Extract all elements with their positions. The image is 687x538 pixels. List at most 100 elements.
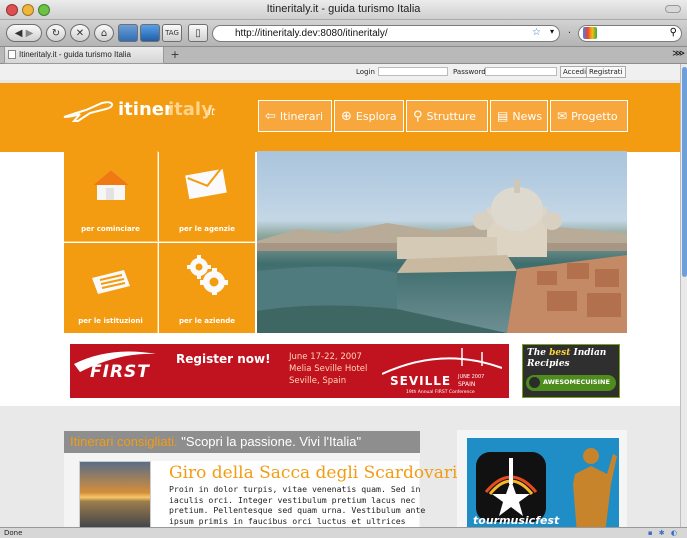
banner-year-tag: JUNE 2007 xyxy=(458,374,485,380)
login-input[interactable] xyxy=(378,67,448,76)
reload-button[interactable]: ↻ xyxy=(46,24,66,42)
banner-country: SPAIN xyxy=(458,381,476,388)
banner-venue: Melia Seville Hotel xyxy=(289,364,368,374)
site-header: itiner italy .it ⇦ Itinerari ⊕ Esplora ⚲ St… xyxy=(0,80,680,152)
search-engine-separator: · xyxy=(567,27,572,39)
tourmusicfest-text: tourmusicfest xyxy=(473,514,560,527)
newspaper-icon: ▤ xyxy=(497,109,509,123)
banner-city-big: SEVILLE xyxy=(390,374,452,388)
indian-recipes-ad[interactable]: The best Indian Recipies AWESOMECUISINE xyxy=(522,344,620,398)
stop-icon: ✕ xyxy=(75,27,85,39)
page-favicon-icon xyxy=(8,50,16,59)
vertical-scrollbar[interactable] xyxy=(680,64,687,527)
home-button[interactable]: ⌂ xyxy=(94,24,114,42)
recipes-line1: The best Indian xyxy=(527,348,606,358)
nav-esplora-label: Esplora xyxy=(355,109,397,123)
bookmark-star-icon[interactable]: ☆ xyxy=(532,27,541,38)
addon-button-2[interactable] xyxy=(140,24,160,42)
signpost-icon: ⇦ xyxy=(265,108,276,124)
logo-text-main: itiner xyxy=(118,99,173,120)
spoon-icon xyxy=(529,377,540,388)
tile-label-per-cominciare: per cominciare xyxy=(81,225,140,233)
tourmusicfest-poster: tourmusicfest xyxy=(467,438,619,527)
banner-cta[interactable]: Register now! xyxy=(176,352,271,366)
nav-itinerari-label: Itinerari xyxy=(279,109,324,123)
tile-per-le-agenzie[interactable]: per le agenzie xyxy=(159,151,255,242)
bridge-icon xyxy=(382,348,502,375)
recipes-line1-a: The xyxy=(527,348,550,358)
status-bar: Done ▪ ✱ ◐ xyxy=(0,527,687,538)
featured-section-label: Itinerari consigliati. xyxy=(70,434,178,449)
new-tab-button[interactable]: + xyxy=(166,48,184,63)
globe-icon: ⊕ xyxy=(341,108,352,124)
google-icon[interactable] xyxy=(583,27,597,39)
tab-itineritaly[interactable]: Itineritaly.it - guida turismo Italia xyxy=(4,47,164,64)
tile-per-le-aziende[interactable]: per le aziende xyxy=(159,243,255,333)
banner-conference: 19th Annual FIRST Conference xyxy=(406,390,475,395)
featured-tagline: "Scopri la passione. Vivi l'Italia" xyxy=(181,434,362,449)
toolbar-toggle-button[interactable] xyxy=(665,5,681,13)
tab-bar: Itineritaly.it - guida turismo Italia + … xyxy=(0,47,687,64)
address-bar[interactable]: http://itineritaly.dev:8080/itineritaly/… xyxy=(212,25,560,42)
nav-itinerari[interactable]: ⇦ Itinerari xyxy=(258,100,332,132)
nav-esplora[interactable]: ⊕ Esplora xyxy=(334,100,404,132)
article-title[interactable]: Giro della Sacca degli Scardovari xyxy=(169,463,457,483)
featured-heading: Itinerari consigliati. "Scopri la passio… xyxy=(64,431,420,453)
page-button[interactable]: ▯ xyxy=(188,24,208,42)
tile-per-cominciare[interactable]: per cominciare xyxy=(64,151,158,242)
awesomecuisine-text: AWESOMECUISINE xyxy=(543,378,610,386)
forward-icon[interactable]: ▶ xyxy=(26,28,34,39)
newspaper-icon xyxy=(92,270,130,294)
page-icon: ▯ xyxy=(195,27,201,39)
envelope-icon xyxy=(185,168,227,200)
tourmusicfest-ad[interactable]: tourmusicfest xyxy=(457,430,627,527)
recipes-line1-c: Indian xyxy=(570,348,607,358)
first-conference-banner[interactable]: FIRST Register now! June 17-22, 2007 Mel… xyxy=(70,344,509,398)
register-button[interactable]: Registrati xyxy=(586,66,626,78)
banner-date: June 17-22, 2007 xyxy=(289,352,362,362)
tag-button[interactable]: TAG xyxy=(162,24,182,42)
tile-label-per-le-istituzioni: per le istituzioni xyxy=(78,317,143,325)
site-logo[interactable]: itiner italy .it xyxy=(62,95,232,129)
airplane-logo-icon xyxy=(63,101,114,122)
password-input[interactable] xyxy=(485,67,557,76)
guitar-star-logo xyxy=(476,452,546,522)
back-forward-button[interactable]: ◀ ▶ xyxy=(6,24,42,42)
scrollbar-thumb[interactable] xyxy=(682,67,687,277)
envelope-icon: ✉ xyxy=(557,109,568,123)
tile-per-le-istituzioni[interactable]: per le istituzioni xyxy=(64,243,158,333)
status-text: Done xyxy=(4,529,23,537)
search-icon[interactable]: ⚲ xyxy=(670,27,677,38)
nav-progetto-label: Progetto xyxy=(571,109,618,123)
search-box[interactable]: ⚲ xyxy=(578,25,682,42)
password-label: Password xyxy=(453,68,486,76)
sunset-thumbnail[interactable] xyxy=(79,461,151,527)
star-guitar-icon xyxy=(484,458,538,516)
tab-label: Itineritaly.it - guida turismo Italia xyxy=(19,50,131,59)
nav-strutture[interactable]: ⚲ Strutture xyxy=(406,100,488,132)
tab-list-icon[interactable]: ⋙ xyxy=(672,49,685,59)
dropdown-icon[interactable]: ▾ xyxy=(550,27,554,36)
stop-button[interactable]: ✕ xyxy=(70,24,90,42)
article-text: Proin in dolor turpis, vitae venenatis q… xyxy=(169,484,426,527)
magnifier-icon: ⚲ xyxy=(413,108,423,124)
nav-progetto[interactable]: ✉ Progetto xyxy=(550,100,628,132)
recipes-line2: Recipies xyxy=(527,359,570,369)
awesomecuisine-logo: AWESOMECUISINE xyxy=(526,375,616,391)
login-label: Login xyxy=(356,68,375,76)
status-icons: ▪ ✱ ◐ xyxy=(647,529,679,537)
tile-label-per-le-agenzie: per le agenzie xyxy=(179,225,235,233)
logo-tld: .it xyxy=(205,107,215,118)
window-title: Itineritaly.it - guida turismo Italia xyxy=(266,3,421,15)
nav-news[interactable]: ▤ News xyxy=(490,100,548,132)
nav-strutture-label: Strutture xyxy=(426,109,476,123)
login-submit-button[interactable]: Accedi xyxy=(560,66,590,78)
back-icon[interactable]: ◀ xyxy=(15,28,23,39)
city-skyline-illustration xyxy=(257,179,627,333)
gears-icon xyxy=(187,255,228,295)
addon-button-1[interactable] xyxy=(118,24,138,42)
browser-window: Itineritaly.it - guida turismo Italia ◀ … xyxy=(0,0,687,538)
nav-news-label: News xyxy=(512,109,543,123)
url-text[interactable]: http://itineritaly.dev:8080/itineritaly/ xyxy=(235,28,388,39)
featured-article: Giro della Sacca degli Scardovari Proin … xyxy=(79,461,457,527)
